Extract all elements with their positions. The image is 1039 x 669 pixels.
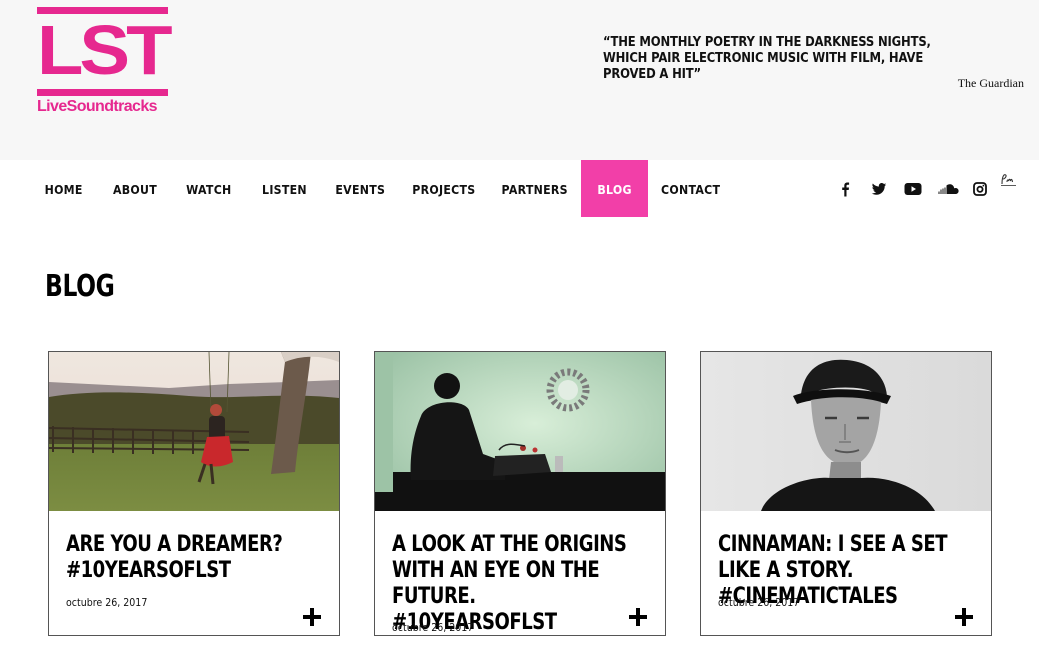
instagram-icon[interactable] xyxy=(966,160,994,217)
youtube-icon[interactable] xyxy=(899,160,927,217)
logo-letters: LST xyxy=(37,11,173,90)
woman-on-swing-photo[interactable] xyxy=(49,352,339,511)
dj-silhouette-photo[interactable] xyxy=(375,352,665,511)
nav-item-listen[interactable]: LISTEN xyxy=(254,160,314,217)
read-more-plus-icon[interactable] xyxy=(955,608,973,626)
read-more-plus-icon[interactable] xyxy=(303,608,321,626)
main-nav: HOME ABOUT WATCH LISTEN EVENTS PROJECTS … xyxy=(0,160,1039,217)
poetry-in-motion-icon[interactable] xyxy=(995,151,1023,208)
nav-item-label: PARTNERS xyxy=(501,182,568,197)
nav-item-contact[interactable]: CONTACT xyxy=(657,160,724,217)
nav-item-partners[interactable]: PARTNERS xyxy=(496,160,573,217)
nav-item-label: CONTACT xyxy=(661,182,721,197)
nav-item-blog[interactable]: BLOG xyxy=(581,160,648,217)
blog-card-date: octubre 26, 2017 xyxy=(392,621,474,634)
site-logo[interactable]: LST LiveSoundtracks xyxy=(37,7,173,116)
nav-item-projects[interactable]: PROJECTS xyxy=(405,160,482,217)
man-in-cap-photo[interactable] xyxy=(701,352,991,511)
nav-item-label: ABOUT xyxy=(112,182,157,197)
site-header: LST LiveSoundtracks “THE MONTHLY POETRY … xyxy=(0,0,1039,160)
press-quote: “THE MONTHLY POETRY IN THE DARKNESS NIGH… xyxy=(603,34,931,82)
facebook-icon[interactable] xyxy=(831,160,859,217)
nav-item-events[interactable]: EVENTS xyxy=(328,160,392,217)
nav-item-label: HOME xyxy=(44,182,83,197)
nav-item-watch[interactable]: WATCH xyxy=(180,160,238,217)
nav-item-label: BLOG xyxy=(597,182,632,197)
twitter-icon[interactable] xyxy=(865,160,893,217)
blog-card[interactable]: ARE YOU A DREAMER? #10YEARSOFLST octubre… xyxy=(48,351,340,636)
nav-item-label: EVENTS xyxy=(335,182,385,197)
logo-wordmark: LiveSoundtracks xyxy=(37,98,158,115)
read-more-plus-icon[interactable] xyxy=(629,608,647,626)
blog-card[interactable]: A LOOK AT THE ORIGINS WITH AN EYE ON THE… xyxy=(374,351,666,636)
main-content: BLOG ARE YOU A DREAMER? #10YEARSOFLST oc… xyxy=(0,217,1039,669)
nav-item-label: PROJECTS xyxy=(411,182,476,197)
blog-card[interactable]: CINNAMAN: I SEE A SET LIKE A STORY. #CIN… xyxy=(700,351,992,636)
soundcloud-icon[interactable] xyxy=(935,160,963,217)
page-title: BLOG xyxy=(45,269,115,304)
press-quote-source: The Guardian xyxy=(957,76,1024,90)
logo-mark: LST xyxy=(37,7,173,96)
nav-item-about[interactable]: ABOUT xyxy=(105,160,165,217)
blog-card-date: octubre 26, 2017 xyxy=(718,596,800,609)
logo-bar-bottom xyxy=(37,89,168,96)
nav-item-label: WATCH xyxy=(186,182,232,197)
blog-card-date: octubre 26, 2017 xyxy=(66,596,148,609)
nav-item-home[interactable]: HOME xyxy=(36,160,91,217)
blog-card-title[interactable]: ARE YOU A DREAMER? #10YEARSOFLST xyxy=(66,532,312,584)
nav-item-label: LISTEN xyxy=(261,182,307,197)
